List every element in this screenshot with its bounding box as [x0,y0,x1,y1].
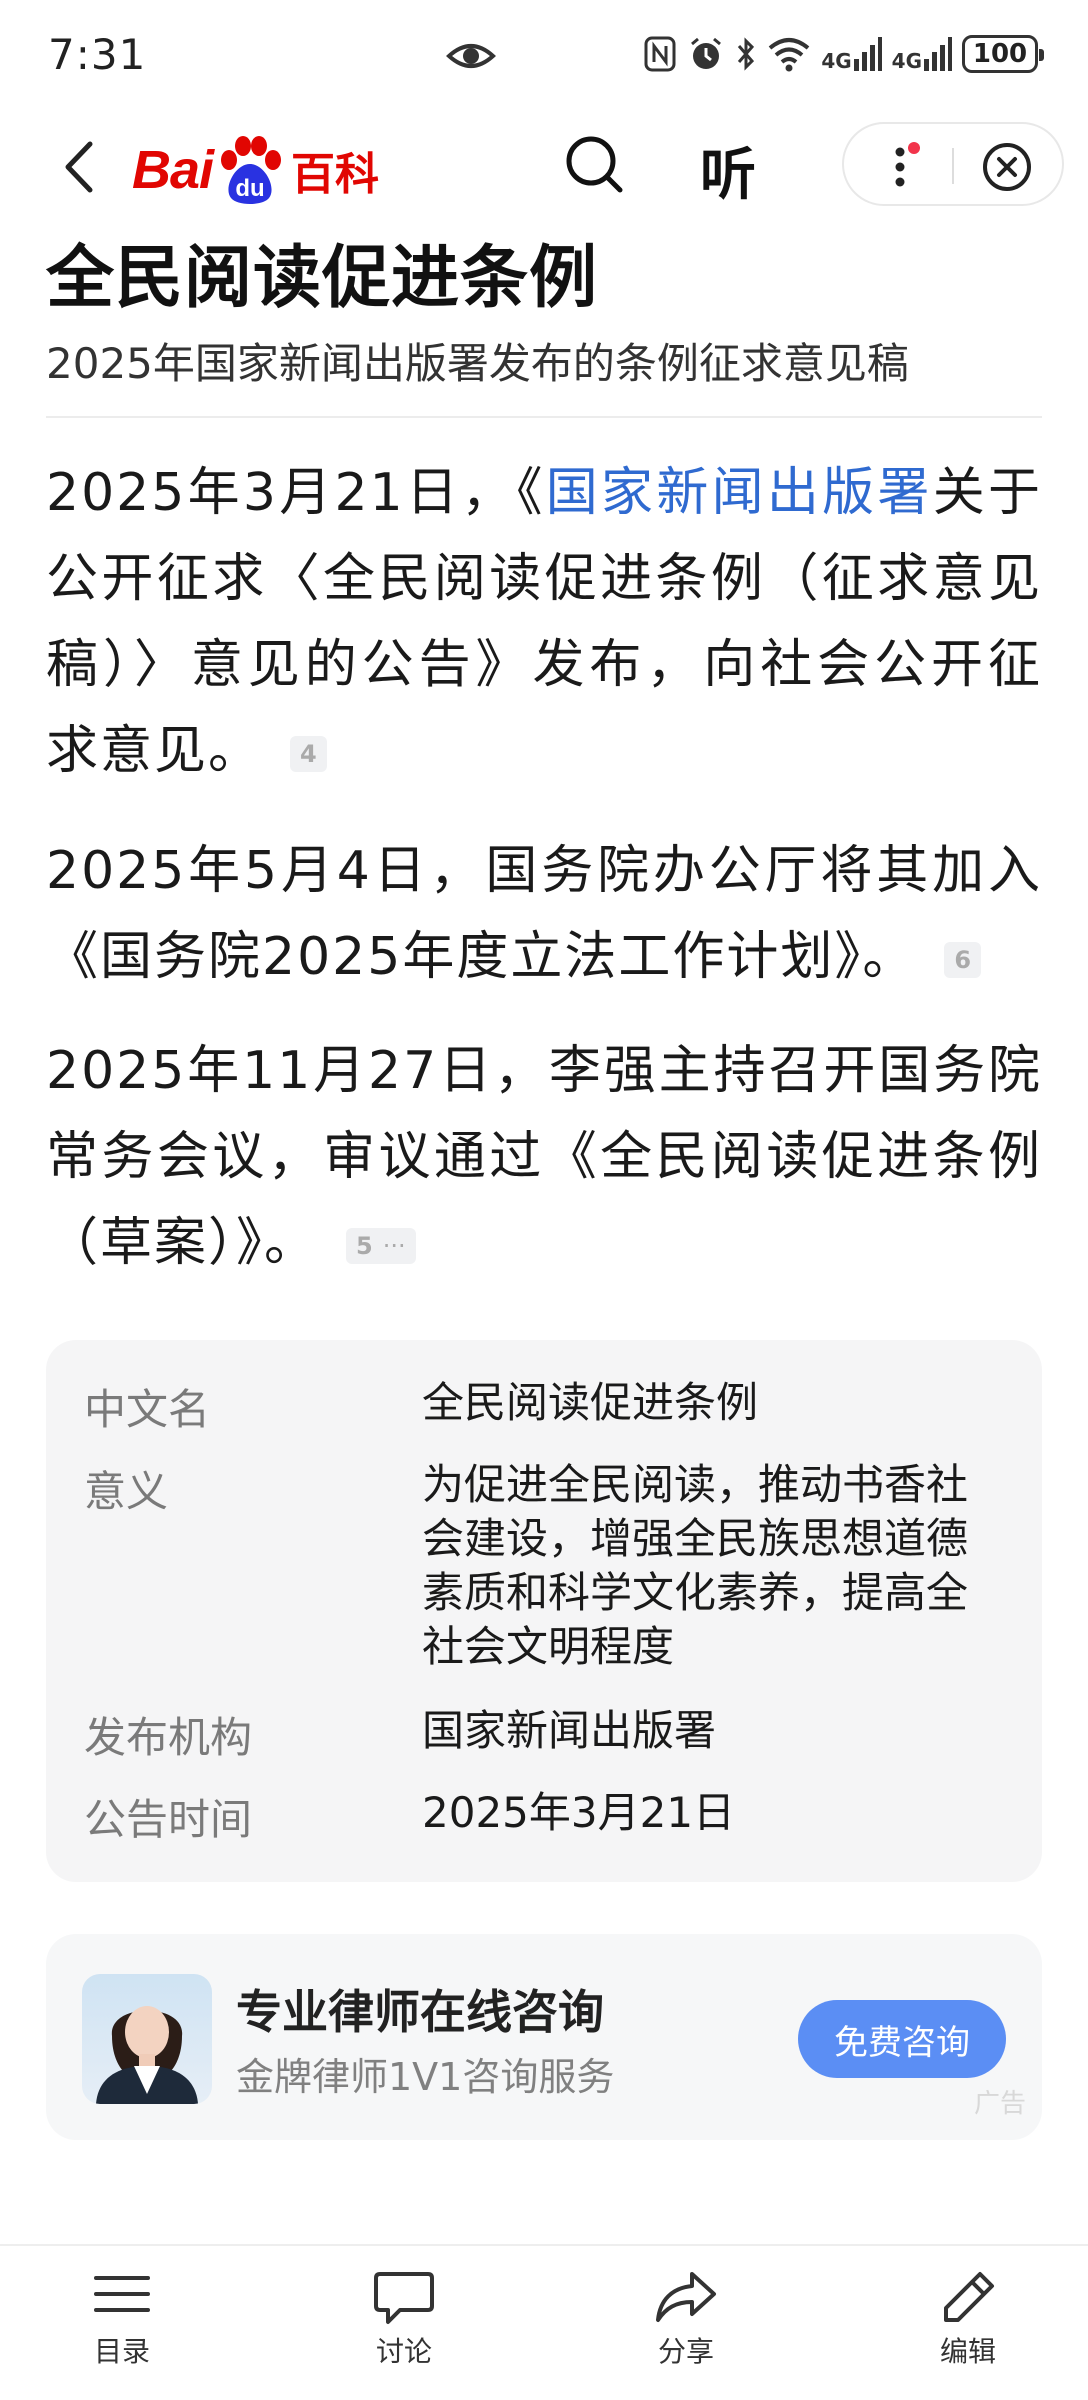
info-key: 公告时间 [84,1795,253,1844]
battery-indicator: 100 [962,35,1044,73]
reference-number: 5 [356,1232,373,1260]
link-nppa[interactable]: 国家新闻出版署 [546,463,933,523]
ad-subtitle: 金牌律师1V1咨询服务 [236,2055,615,2099]
logo-bai-text: Bai [132,140,214,200]
status-bar: 7:31 4G 4G 100 [0,0,1088,110]
info-box: 中文名 全民阅读促进条例 意义 为促进全民阅读，推动书香社会建设，增强全民族思想… [46,1340,1042,1882]
logo-baike-text: 百科 [291,149,380,200]
tab-label: 目录 [93,2335,150,2368]
paragraph-text: 2025年11月27日，李强主持召开国务院常务会议，审议通过《全民阅读促进条例（… [46,1041,1042,1273]
listen-button[interactable]: 听 [700,130,756,211]
wifi-icon [769,38,810,72]
tab-edit[interactable]: 编辑 [898,2268,1038,2370]
baidu-baike-logo[interactable]: Bai du 百科 [132,130,379,210]
page-subtitle: 2025年国家新闻出版署发布的条例征求意见稿 [46,339,909,388]
nfc-icon [644,36,676,72]
paw-icon: du [221,136,282,204]
tab-contents[interactable]: 目录 [52,2268,192,2370]
signal-bars-icon [853,37,882,71]
tab-discussion[interactable]: 讨论 [334,2268,474,2370]
paragraph-3: 2025年11月27日，李强主持召开国务院常务会议，审议通过《全民阅读促进条例（… [46,1028,1042,1286]
paragraph-text: 2025年5月4日，国务院办公厅将其加入《国务院2025年度立法工作计划》。 [46,841,1042,987]
title-divider [46,416,1042,418]
info-value: 国家新闻出版署 [422,1706,717,1755]
tab-label: 分享 [657,2335,714,2368]
info-value: 为促进全民阅读，推动书香社会建设，增强全民族思想道德素质和科学文化素养，提高全社… [422,1460,969,1671]
bottom-toolbar: 目录 讨论 分享 编辑 [0,2244,1088,2400]
ad-card[interactable]: 专业律师在线咨询 金牌律师1V1咨询服务 免费咨询 广告 [46,1934,1042,2140]
page-title: 全民阅读促进条例 [46,239,599,318]
info-key: 发布机构 [84,1713,253,1762]
tab-label: 编辑 [939,2335,996,2368]
paragraph-text: 2025年3月21日，《 [46,463,546,523]
back-arrow-icon[interactable] [50,132,110,202]
signal-1: 4G [821,37,882,73]
alarm-icon [691,37,722,69]
signal-2: 4G [892,37,952,71]
info-key: 意义 [84,1467,169,1516]
status-time: 7:31 [48,30,147,79]
edit-icon [944,2272,994,2322]
mini-program-capsule [842,122,1064,206]
ad-tag: 广告 [973,2089,1026,2119]
free-consult-button[interactable]: 免费咨询 [798,2000,1006,2078]
info-key: 中文名 [84,1385,211,1434]
lawyer-portrait-icon [96,2006,198,2104]
paragraph-2: 2025年5月4日，国务院办公厅将其加入《国务院2025年度立法工作计划》。 6 [46,828,1042,1000]
logo-du-text: du [235,175,264,202]
top-nav-bar: Bai du 百科 听 [0,110,1088,220]
network-type-1: 4G [821,49,852,73]
info-value: 2025年3月21日 [422,1788,736,1837]
reference-badge[interactable]: 4 [290,736,327,772]
bluetooth-icon [738,37,755,71]
lawyer-avatar [82,1974,212,2104]
signal-bars-icon [924,37,952,71]
paragraph-1: 2025年3月21日，《国家新闻出版署关于公开征求〈全民阅读促进条例（征求意见稿… [46,450,1042,794]
info-value: 全民阅读促进条例 [422,1378,759,1427]
more-menu-icon[interactable] [888,142,928,192]
chat-icon [374,2272,434,2324]
tab-label: 讨论 [375,2335,432,2368]
capsule-divider [952,148,954,184]
share-icon [656,2272,716,2322]
close-icon[interactable] [980,140,1034,194]
search-icon[interactable] [560,130,630,200]
reference-more: ··· [382,1232,406,1260]
eye-icon [446,44,496,68]
ad-title: 专业律师在线咨询 [236,1985,604,2039]
network-type-2: 4G [891,49,922,73]
reference-badge[interactable]: 5 ··· [346,1228,416,1264]
status-icons: 4G 4G 100 [643,30,1044,78]
reference-badge[interactable]: 6 [944,942,982,978]
list-icon [94,2276,150,2312]
tab-share[interactable]: 分享 [616,2268,756,2370]
